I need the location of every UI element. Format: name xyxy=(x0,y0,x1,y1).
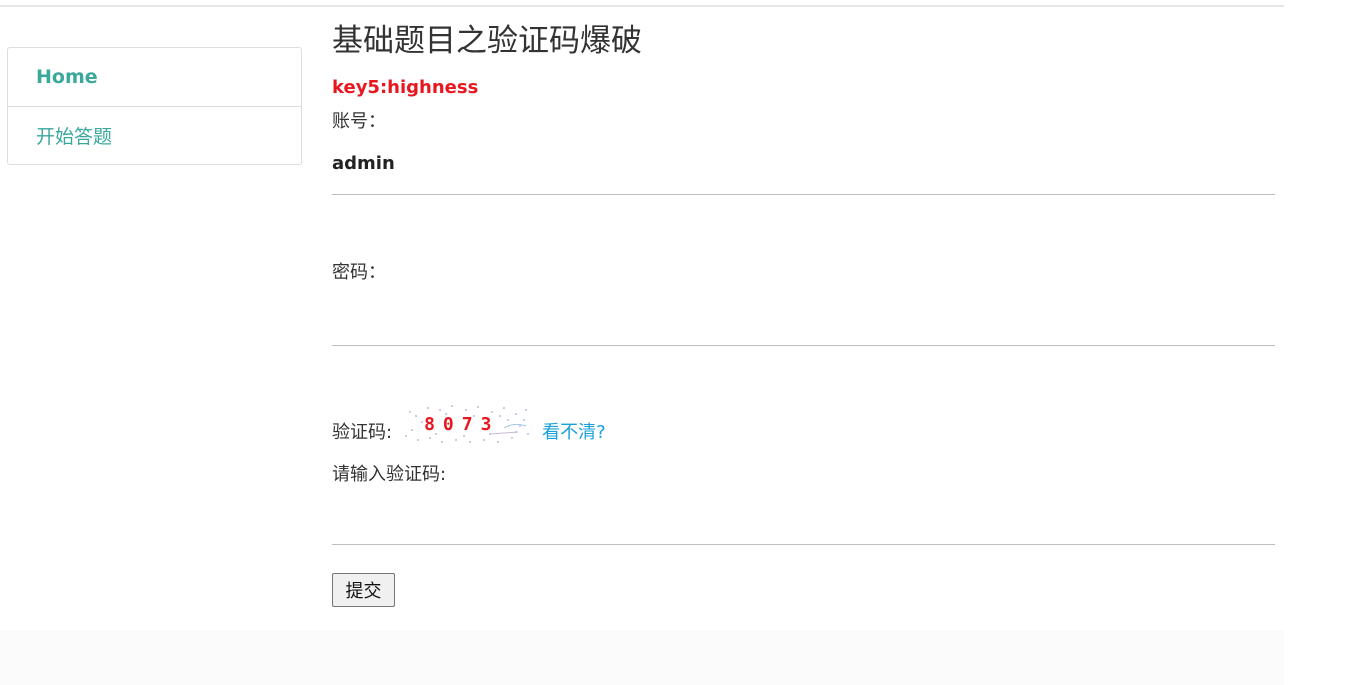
sidebar-item-start-quiz[interactable]: 开始答题 xyxy=(8,106,301,164)
sidebar-item-label: 开始答题 xyxy=(36,126,113,148)
refresh-captcha-link[interactable]: 看不清? xyxy=(542,422,606,444)
key-text: key5:highness xyxy=(332,77,479,98)
main-content: 基础题目之验证码爆破 key5:highness 账号： admin 密码： 验… xyxy=(332,18,1279,607)
sidebar-nav: Home 开始答题 xyxy=(7,47,302,165)
password-label: 密码： xyxy=(332,262,386,283)
captcha-code: 8073 xyxy=(424,414,500,435)
top-divider xyxy=(0,5,1284,7)
captcha-image[interactable]: 8073 xyxy=(400,404,535,444)
password-underline xyxy=(332,345,1275,346)
submit-button[interactable]: 提交 xyxy=(332,573,395,607)
sidebar-item-home[interactable]: Home xyxy=(8,48,301,106)
sidebar-item-label: Home xyxy=(36,66,98,88)
page-title: 基础题目之验证码爆破 xyxy=(332,23,642,59)
captcha-input-label: 请输入验证码: xyxy=(332,464,447,485)
captcha-label: 验证码: xyxy=(332,422,393,443)
captcha-input[interactable] xyxy=(332,514,1279,544)
password-field[interactable] xyxy=(332,315,1279,345)
captcha-row: 验证码: 8073 看不清? xyxy=(332,404,606,444)
username-underline xyxy=(332,194,1275,195)
username-field[interactable]: admin xyxy=(332,153,395,174)
captcha-underline xyxy=(332,544,1275,545)
username-label: 账号： xyxy=(332,111,386,132)
footer-band xyxy=(0,630,1284,685)
